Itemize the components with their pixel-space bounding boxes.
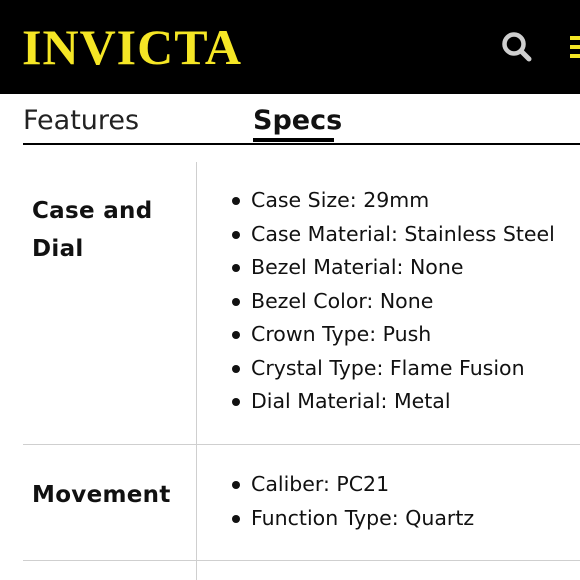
bullet-icon: [232, 398, 240, 406]
spec-list-movement: Caliber: PC21 Function Type: Quartz: [229, 468, 474, 535]
spec-item: Bezel Material: None: [229, 251, 555, 285]
spec-item: Crown Type: Push: [229, 318, 555, 352]
tab-specs[interactable]: Specs: [253, 104, 342, 138]
spec-item-text: Case Material: Stainless Steel: [251, 221, 555, 246]
spec-item-text: Dial Material: Metal: [251, 389, 451, 413]
bullet-icon: [232, 197, 240, 205]
row-divider: [23, 444, 580, 445]
spec-item: Case Size: 29mm: [229, 184, 555, 218]
spec-item-text: Case Size: 29mm: [251, 188, 430, 212]
bullet-icon: [232, 264, 240, 272]
tabs-divider: [23, 143, 580, 145]
menu-button[interactable]: [566, 34, 580, 60]
spec-list-case-and-dial: Case Size: 29mm Case Material: Stainless…: [229, 184, 555, 419]
spec-item: Dial Material: Metal: [229, 385, 555, 419]
row-divider: [23, 560, 580, 561]
spec-item: Caliber: PC21: [229, 468, 474, 502]
search-icon: [502, 32, 532, 62]
site-header: INVICTA: [0, 0, 580, 94]
spec-item: Crystal Type: Flame Fusion: [229, 352, 555, 386]
spec-item: Function Type: Quartz: [229, 502, 474, 536]
spec-item-text: Crown Type: Push: [251, 322, 432, 346]
bullet-icon: [232, 481, 240, 489]
tab-features[interactable]: Features: [23, 104, 139, 138]
spec-item-text: Function Type: Quartz: [251, 505, 475, 530]
spec-item-text: Bezel Material: None: [251, 255, 464, 279]
specs-table: Case and Dial Case Size: 29mm Case Mater…: [23, 162, 580, 580]
spec-item-text: Bezel Color: None: [251, 288, 434, 313]
bullet-icon: [232, 297, 240, 306]
section-title-case-and-dial: Case and Dial: [32, 198, 153, 262]
bullet-icon: [232, 364, 240, 373]
product-tabs: Features Specs: [23, 100, 580, 146]
column-divider: [196, 162, 197, 580]
invicta-logo[interactable]: INVICTA: [22, 20, 242, 74]
active-tab-indicator: [253, 138, 334, 142]
search-button[interactable]: [500, 30, 534, 64]
section-title-movement: Movement: [32, 482, 171, 508]
spec-item: Bezel Color: None: [229, 285, 555, 319]
spec-item-text: Crystal Type: Flame Fusion: [251, 355, 525, 380]
bullet-icon: [232, 514, 240, 523]
spec-item: Case Material: Stainless Steel: [229, 218, 555, 252]
bullet-icon: [232, 331, 240, 339]
bullet-icon: [232, 230, 240, 239]
spec-item-text: Caliber: PC21: [251, 472, 390, 496]
